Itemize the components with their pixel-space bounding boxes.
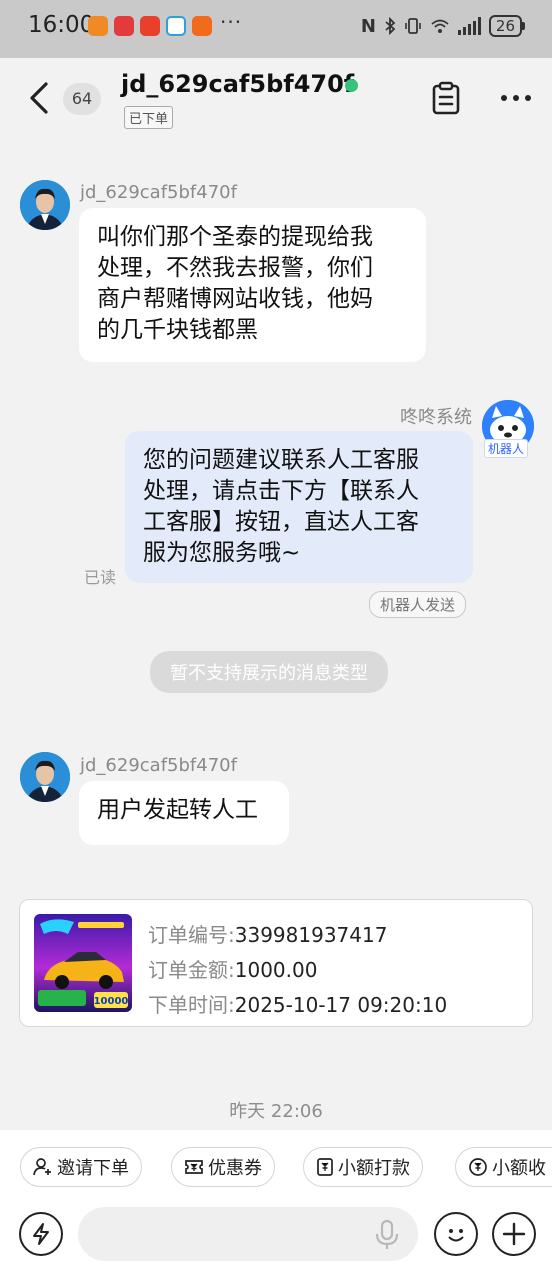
user-photo-icon (20, 752, 70, 802)
message-input[interactable] (78, 1207, 418, 1261)
message-bubble[interactable]: 用户发起转人工 (79, 781, 289, 845)
order-card[interactable]: 10000 订单编号:339981937417 订单金额:1000.00 下单时… (19, 899, 533, 1027)
signal-icon (457, 17, 481, 35)
status-bar: 16:00 ··· N 26 (0, 0, 552, 58)
microphone-icon[interactable] (374, 1219, 400, 1251)
chat-toolbar: 邀请下单 优惠券 小额打款 小额收 (0, 1130, 552, 1280)
nfc-icon: N (360, 15, 376, 37)
avatar[interactable] (20, 180, 70, 230)
app-notification-icon (192, 16, 212, 36)
message-line: 处理，不然我去报警，你们 (97, 255, 373, 281)
coupon-icon (185, 1160, 203, 1174)
order-amount-value: 1000.00 (234, 958, 318, 982)
app-notification-icon (140, 16, 160, 36)
order-number-row: 订单编号:339981937417 (148, 919, 387, 948)
order-time-row: 下单时间:2025-10-17 09:20:10 (148, 989, 447, 1018)
message-line: 的几千块钱都黑 (97, 317, 258, 343)
more-notifications-indicator: ··· (220, 10, 243, 34)
receive-icon (469, 1158, 487, 1176)
order-amount-label: 订单金额: (148, 958, 235, 982)
message-line: 叫你们那个圣泰的提现给我 (97, 224, 373, 250)
order-status-tag: 已下单 (124, 106, 174, 129)
robot-sent-tag: 机器人发送 (369, 591, 467, 618)
battery-level: 26 (488, 15, 526, 37)
status-icons: N 26 (360, 15, 526, 37)
chip-label: 小额打款 (338, 1158, 410, 1179)
person-add-icon (33, 1158, 51, 1176)
message-bubble[interactable]: 叫你们那个圣泰的提现给我 处理，不然我去报警，你们 商户帮赌博网站收钱，他妈 的… (79, 208, 426, 362)
message-line: 服为您服务哦~ (143, 540, 301, 566)
thumb-badge: 10000 (94, 996, 129, 1007)
message-line: 处理，请点击下方【联系人 (143, 478, 419, 504)
message-line: 工客服】按钮，直达人工客 (143, 509, 419, 535)
robot-avatar-label: 机器人 (484, 439, 529, 458)
product-image-icon: 10000 (34, 914, 132, 1012)
order-time-label: 下单时间: (148, 993, 235, 1017)
sender-name: 咚咚系统 (400, 407, 472, 428)
bluetooth-icon (385, 17, 396, 35)
clipboard-icon[interactable] (428, 80, 464, 116)
app-notification-icon (166, 16, 186, 36)
small-receive-button[interactable]: 小额收 (455, 1147, 552, 1187)
sender-name: jd_629caf5bf470f (80, 182, 237, 203)
invite-order-button[interactable]: 邀请下单 (20, 1147, 142, 1187)
add-attachment-button[interactable] (492, 1212, 536, 1256)
emoji-button[interactable] (434, 1212, 478, 1256)
small-payment-button[interactable]: 小额打款 (303, 1147, 423, 1187)
message-line: 您的问题建议联系人工客服 (143, 447, 419, 473)
status-time: 16:00 (28, 12, 95, 38)
online-status-dot (345, 79, 358, 92)
user-photo-icon (20, 180, 70, 230)
order-amount-row: 订单金额:1000.00 (148, 954, 317, 983)
plus-icon (502, 1222, 526, 1246)
sender-name: jd_629caf5bf470f (80, 755, 237, 776)
order-number-value: 339981937417 (234, 923, 388, 947)
unread-count-badge[interactable]: 64 (63, 83, 101, 115)
more-options-icon[interactable] (498, 80, 534, 116)
message-timestamp: 昨天 22:06 (229, 1101, 323, 1122)
chip-label: 小额收 (492, 1158, 546, 1179)
message-bubble[interactable]: 您的问题建议联系人工客服 处理，请点击下方【联系人 工客服】按钮，直达人工客 服… (125, 431, 473, 583)
quick-action-button[interactable] (19, 1212, 63, 1256)
coupon-button[interactable]: 优惠券 (171, 1147, 275, 1187)
order-thumbnail: 10000 (34, 914, 132, 1012)
avatar[interactable] (20, 752, 70, 802)
app-notification-icon (88, 16, 108, 36)
wifi-icon (431, 19, 449, 33)
emoji-icon (448, 1229, 464, 1242)
system-notice: 暂不支持展示的消息类型 (150, 651, 388, 693)
contact-name: jd_629caf5bf470f (121, 70, 355, 98)
read-status: 已读 (84, 568, 117, 587)
message-line: 用户发起转人工 (97, 797, 258, 823)
lightning-icon (33, 1223, 49, 1245)
vibrate-icon (405, 18, 421, 34)
order-number-label: 订单编号: (148, 923, 235, 947)
chat-header: 64 jd_629caf5bf470f 已下单 (0, 58, 552, 140)
chip-label: 优惠券 (208, 1158, 262, 1179)
payment-icon (317, 1158, 333, 1176)
app-notification-icon (114, 16, 134, 36)
back-button[interactable] (24, 80, 54, 116)
order-time-value: 2025-10-17 09:20:10 (234, 993, 448, 1017)
message-line: 商户帮赌博网站收钱，他妈 (97, 286, 373, 312)
chip-label: 邀请下单 (57, 1158, 129, 1179)
